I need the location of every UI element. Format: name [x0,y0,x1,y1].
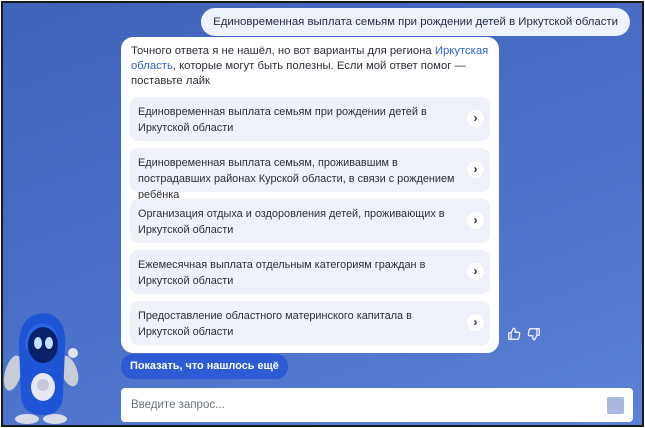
option-item[interactable]: Единовременная выплата семьям, проживавш… [130,148,490,201]
bot-message: Точного ответа я не нашёл, но вот вариан… [121,37,499,353]
option-item[interactable]: Предоставление областного материнского к… [130,301,490,345]
send-icon[interactable] [607,397,624,414]
option-label: Ежемесячная выплата отдельным категориям… [138,259,426,287]
bot-intro-before: Точного ответа я не нашёл, но вот вариан… [131,45,435,57]
robot-assistant-icon [3,305,83,425]
query-input[interactable] [121,388,591,422]
chevron-right-icon: › [467,110,484,127]
chevron-right-icon: › [467,263,484,280]
bot-intro-after: , которые могут быть полезны. Если мой о… [131,60,466,87]
query-input-bar [121,388,633,422]
option-label: Организация отдыха и оздоровления детей,… [138,208,445,236]
option-item[interactable]: Единовременная выплата семьям при рожден… [130,97,490,141]
option-item[interactable]: Организация отдыха и оздоровления детей,… [130,199,490,243]
option-label: Предоставление областного материнского к… [138,310,412,338]
show-more-button[interactable]: Показать, что нашлось ещё [121,354,288,379]
feedback-buttons [507,327,541,341]
chat-window: Единовременная выплата семьям при рожден… [1,1,644,427]
chevron-right-icon: › [467,212,484,229]
option-label: Единовременная выплата семьям при рожден… [138,106,427,134]
chevron-right-icon: › [467,161,484,178]
option-label: Единовременная выплата семьям, проживавш… [138,157,455,201]
thumbs-up-icon[interactable] [507,327,521,341]
user-message: Единовременная выплата семьям при рожден… [201,8,630,36]
bot-intro-text: Точного ответа я не нашёл, но вот вариан… [130,44,490,89]
chevron-right-icon: › [467,314,484,331]
option-item[interactable]: Ежемесячная выплата отдельным категориям… [130,250,490,294]
thumbs-down-icon[interactable] [527,327,541,341]
